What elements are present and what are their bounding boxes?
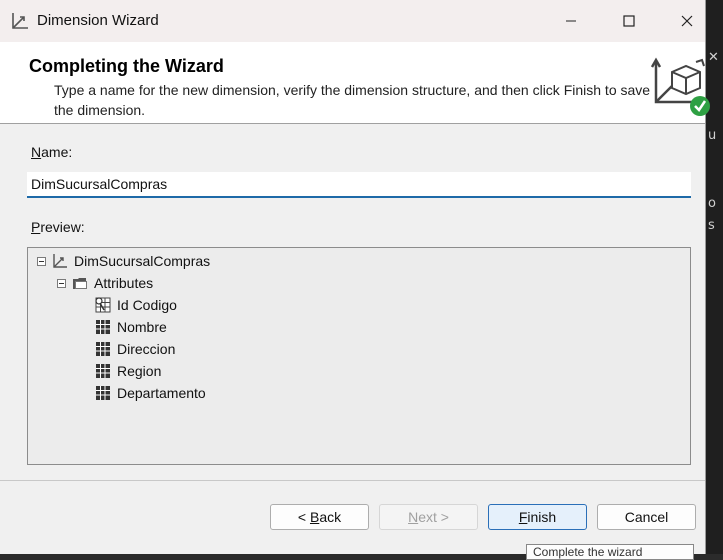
minimize-icon [566, 20, 576, 22]
tree-node-label: Attributes [94, 275, 154, 291]
finish-button[interactable]: Finish [488, 504, 587, 530]
close-button[interactable] [664, 4, 710, 38]
dimension-wizard-window: Dimension Wizard Completing the Wizard T… [0, 0, 710, 560]
dimension-icon [53, 254, 67, 268]
minimize-button[interactable] [548, 4, 594, 38]
tree-node-label: DimSucursalCompras [74, 253, 211, 269]
attribute-icon [96, 386, 110, 400]
footer-divider [0, 480, 705, 481]
attribute-icon [96, 364, 110, 378]
finish-tooltip: Complete the wizard [526, 544, 694, 560]
tree-node-attribute[interactable]: Nombre [95, 317, 167, 337]
tree-node-attribute[interactable]: Direccion [95, 339, 175, 359]
page-title: Completing the Wizard [29, 56, 224, 76]
attribute-icon [96, 342, 110, 356]
tree-node-attribute[interactable]: Region [95, 361, 161, 381]
close-icon [681, 15, 693, 27]
next-button[interactable]: Next > [379, 504, 478, 530]
tree-node-label: Departamento [117, 385, 206, 401]
tree-node-label: Direccion [117, 341, 176, 357]
wizard-header: Completing the Wizard Type a name for th… [0, 42, 710, 124]
name-label: Name: [31, 144, 73, 160]
key-attribute-icon [95, 297, 111, 313]
tree-node-attributes-folder[interactable]: Attributes [57, 273, 153, 293]
tree-node-label: Id Codigo [117, 297, 177, 313]
bg-glyph: s [708, 218, 715, 233]
dimension-complete-icon [650, 57, 710, 116]
bg-glyph: u [708, 128, 717, 143]
tree-node-attribute[interactable]: Id Codigo [95, 295, 177, 315]
collapse-toggle[interactable] [37, 256, 46, 266]
window-title: Dimension Wizard [37, 12, 159, 29]
tree-node-attribute[interactable]: Departamento [95, 383, 206, 403]
tree-node-label: Nombre [117, 319, 167, 335]
collapse-toggle[interactable] [57, 278, 66, 288]
bg-glyph: o [708, 196, 716, 211]
folder-icon [73, 278, 87, 289]
attribute-icon [96, 320, 110, 334]
tree-node-dimension[interactable]: DimSucursalCompras [37, 251, 210, 271]
dimension-icon [12, 13, 28, 29]
tree-node-label: Region [117, 363, 162, 379]
preview-label: Preview: [31, 219, 85, 235]
page-description: Type a name for the new dimension, verif… [54, 82, 651, 118]
maximize-button[interactable] [606, 4, 652, 38]
maximize-icon [623, 15, 635, 27]
title-bar[interactable]: Dimension Wizard [0, 0, 705, 42]
preview-tree[interactable]: DimSucursalCompras Attributes Id Codigo [27, 247, 691, 465]
cancel-button[interactable]: Cancel [597, 504, 696, 530]
dimension-name-input[interactable] [27, 172, 691, 198]
back-button[interactable]: < Back [270, 504, 369, 530]
